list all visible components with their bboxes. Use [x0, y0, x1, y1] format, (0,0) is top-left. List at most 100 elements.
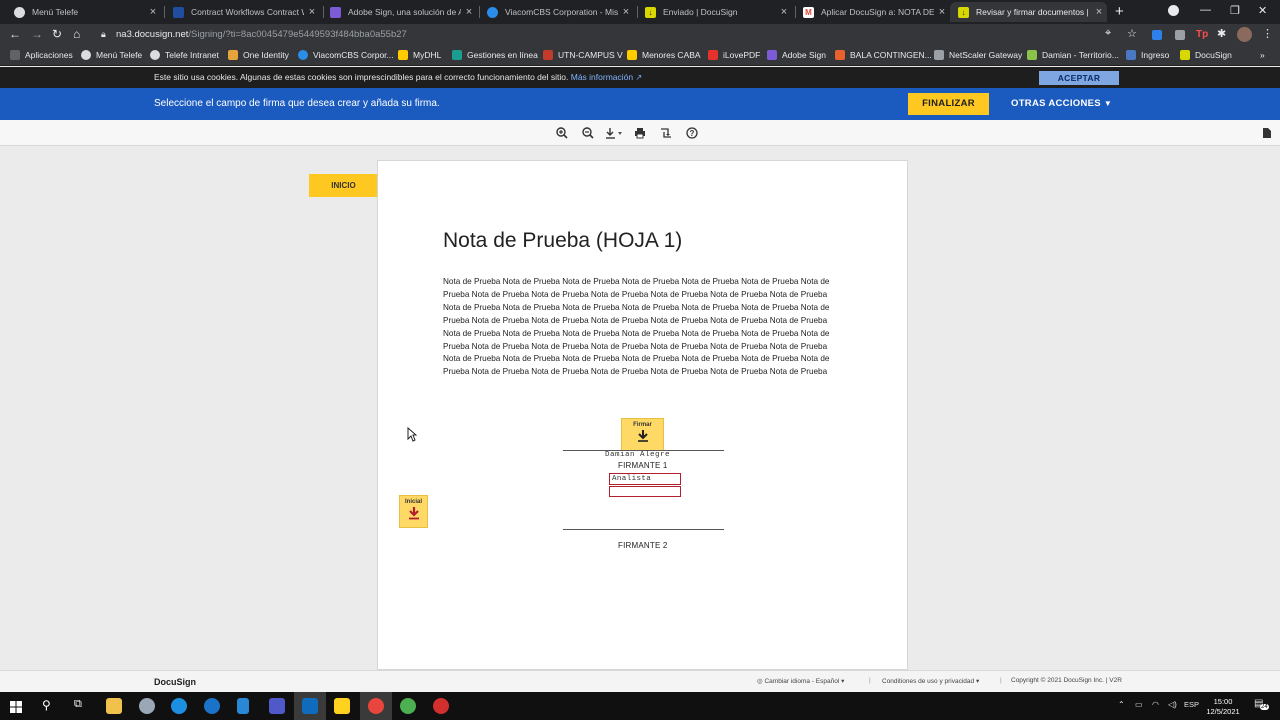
- extension-icon[interactable]: [1175, 30, 1185, 40]
- browser-tab-active[interactable]: ↓ Revisar y firmar documentos | D ×: [950, 2, 1107, 22]
- browser-tab[interactable]: ↓ Enviado | DocuSign ×: [637, 2, 792, 22]
- new-tab-button[interactable]: +: [1115, 3, 1124, 20]
- finish-button[interactable]: FINALIZAR: [908, 93, 989, 115]
- download-icon[interactable]: [604, 126, 624, 140]
- globe-icon: [14, 6, 25, 18]
- url-field[interactable]: na3.docusign.net/Signing/?ti=8ac0045479e…: [116, 29, 407, 40]
- app-icon[interactable]: [139, 698, 155, 714]
- zoom-out-icon[interactable]: [581, 126, 595, 140]
- search-icon[interactable]: ⚲: [42, 698, 51, 712]
- company-field[interactable]: [609, 486, 681, 497]
- bookmark-label: MyDHL: [413, 50, 442, 60]
- bookmark-item[interactable]: NetScaler Gateway: [934, 50, 1022, 60]
- bookmark-item[interactable]: Ingreso: [1126, 50, 1169, 60]
- initial-here-tag[interactable]: Inicial: [399, 495, 428, 528]
- print-icon[interactable]: [633, 126, 647, 140]
- close-tab-icon[interactable]: ×: [145, 6, 161, 18]
- other-actions-menu[interactable]: OTRAS ACCIONES ▼: [1011, 98, 1112, 109]
- avatar[interactable]: [1237, 27, 1252, 42]
- volume-icon[interactable]: ◁): [1168, 700, 1177, 709]
- bookmark-item[interactable]: BALA CONTINGEN...: [835, 50, 932, 60]
- browser-tab[interactable]: Adobe Sign, una solución de Ad ×: [322, 2, 477, 22]
- back-icon[interactable]: ←: [9, 27, 21, 41]
- reload-icon[interactable]: ↻: [52, 27, 62, 41]
- minimize-icon[interactable]: —: [1200, 4, 1211, 16]
- windows-start-icon[interactable]: [10, 700, 22, 718]
- bookmark-item[interactable]: DocuSign: [1180, 50, 1232, 60]
- accept-cookies-button[interactable]: ACEPTAR: [1039, 71, 1119, 85]
- bookmark-label: Damian - Territorio...: [1042, 50, 1119, 60]
- start-button[interactable]: INICIO: [309, 174, 378, 197]
- sign-here-tag[interactable]: Firmar: [621, 418, 664, 451]
- docusign-icon: ↓: [958, 6, 969, 18]
- bookmark-item[interactable]: iLovePDF: [708, 50, 760, 60]
- profile-menu-icon[interactable]: [1168, 5, 1179, 16]
- language-selector[interactable]: ◎ Cambiar idioma - Español ▾: [757, 677, 844, 685]
- bookmark-item[interactable]: One Identity: [228, 50, 289, 60]
- bookmark-item[interactable]: Menores CABA: [627, 50, 701, 60]
- browser-tab[interactable]: ViacomCBS Corporation - Mis a ×: [479, 2, 634, 22]
- close-tab-icon[interactable]: ×: [934, 6, 950, 18]
- close-tab-icon[interactable]: ×: [1091, 6, 1107, 18]
- sticky-notes-icon[interactable]: [334, 698, 350, 714]
- bookmark-item[interactable]: Gestiones en línea: [452, 50, 538, 60]
- tab-title: Menú Telefe: [32, 7, 79, 17]
- close-window-icon[interactable]: ✕: [1258, 4, 1267, 17]
- chrome-profile-icon[interactable]: [400, 698, 416, 714]
- globe-icon: [150, 50, 160, 60]
- bookmark-item[interactable]: Adobe Sign: [767, 50, 826, 60]
- bookmark-item[interactable]: MyDHL: [398, 50, 441, 60]
- tray-expand-icon[interactable]: ⌃: [1118, 700, 1125, 709]
- teams-icon[interactable]: [269, 698, 285, 714]
- cookie-banner: Este sitio usa cookies. Algunas de estas…: [0, 67, 1280, 88]
- task-view-icon[interactable]: ⧉: [74, 698, 82, 711]
- bookmark-item[interactable]: Telefe Intranet: [150, 50, 219, 60]
- lock-icon[interactable]: 🔒︎: [101, 29, 106, 40]
- bookmark-item[interactable]: Menú Telefe: [81, 50, 142, 60]
- notifications-icon[interactable]: ▤ 24: [1254, 698, 1269, 710]
- restore-icon[interactable]: ❐: [1230, 4, 1240, 17]
- puzzle-icon[interactable]: ✱: [1217, 27, 1226, 40]
- bookmark-item[interactable]: UTN-CAMPUS V: [543, 50, 623, 60]
- ingreso-icon: [1126, 50, 1136, 60]
- bookmark-item[interactable]: ViacomCBS Corpor...: [298, 50, 394, 60]
- bookmark-label: One Identity: [243, 50, 289, 60]
- language-indicator[interactable]: ESP: [1184, 700, 1199, 709]
- location-icon[interactable]: ⌖: [1105, 27, 1111, 40]
- document-pages-icon[interactable]: [1260, 126, 1274, 140]
- file-explorer-icon[interactable]: [106, 698, 122, 714]
- bookmark-star-icon[interactable]: ☆: [1127, 27, 1137, 40]
- browser-tab[interactable]: M Aplicar DocuSign a: NOTA DE PR ×: [795, 2, 950, 22]
- internet-explorer-icon[interactable]: [204, 698, 220, 714]
- title-field[interactable]: Analista: [609, 473, 681, 485]
- tray-app-icon[interactable]: ▭: [1135, 700, 1143, 709]
- cookie-message: Este sitio usa cookies. Algunas de estas…: [154, 72, 642, 82]
- edge-icon[interactable]: [171, 698, 187, 714]
- extension-icon[interactable]: [1152, 30, 1162, 40]
- app-red-icon[interactable]: [433, 698, 449, 714]
- help-icon[interactable]: ?: [685, 126, 699, 140]
- terms-menu[interactable]: Conditiones de uso y privacidad ▾: [882, 677, 979, 685]
- chrome-icon[interactable]: [368, 698, 384, 714]
- close-tab-icon[interactable]: ×: [776, 6, 792, 18]
- browser-tab[interactable]: Menú Telefe ×: [6, 2, 161, 22]
- system-clock[interactable]: 15:00 12/5/2021: [1198, 697, 1248, 717]
- more-info-link[interactable]: Más información: [571, 72, 633, 82]
- browser-tab-strip: Menú Telefe × Contract Workflows Contrac…: [0, 0, 1280, 24]
- wifi-icon[interactable]: ◠: [1152, 700, 1159, 709]
- browser-tab[interactable]: Contract Workflows Contract Wo ×: [165, 2, 320, 22]
- close-tab-icon[interactable]: ×: [461, 6, 477, 18]
- home-icon[interactable]: ⌂: [73, 27, 80, 41]
- close-tab-icon[interactable]: ×: [304, 6, 320, 18]
- sign-tools-icon[interactable]: [659, 126, 673, 140]
- outlook-icon[interactable]: [302, 698, 318, 714]
- forward-icon[interactable]: →: [31, 27, 43, 41]
- bookmark-item[interactable]: Aplicaciones: [10, 50, 73, 60]
- bookmark-item[interactable]: Damian - Territorio...: [1027, 50, 1119, 60]
- document-app-icon[interactable]: [237, 698, 249, 714]
- more-bookmarks-icon[interactable]: »: [1260, 50, 1265, 60]
- extension-tp-icon[interactable]: Tp: [1196, 29, 1208, 40]
- menu-kebab-icon[interactable]: ⋮: [1262, 27, 1273, 40]
- zoom-in-icon[interactable]: [555, 126, 569, 140]
- close-tab-icon[interactable]: ×: [618, 6, 634, 18]
